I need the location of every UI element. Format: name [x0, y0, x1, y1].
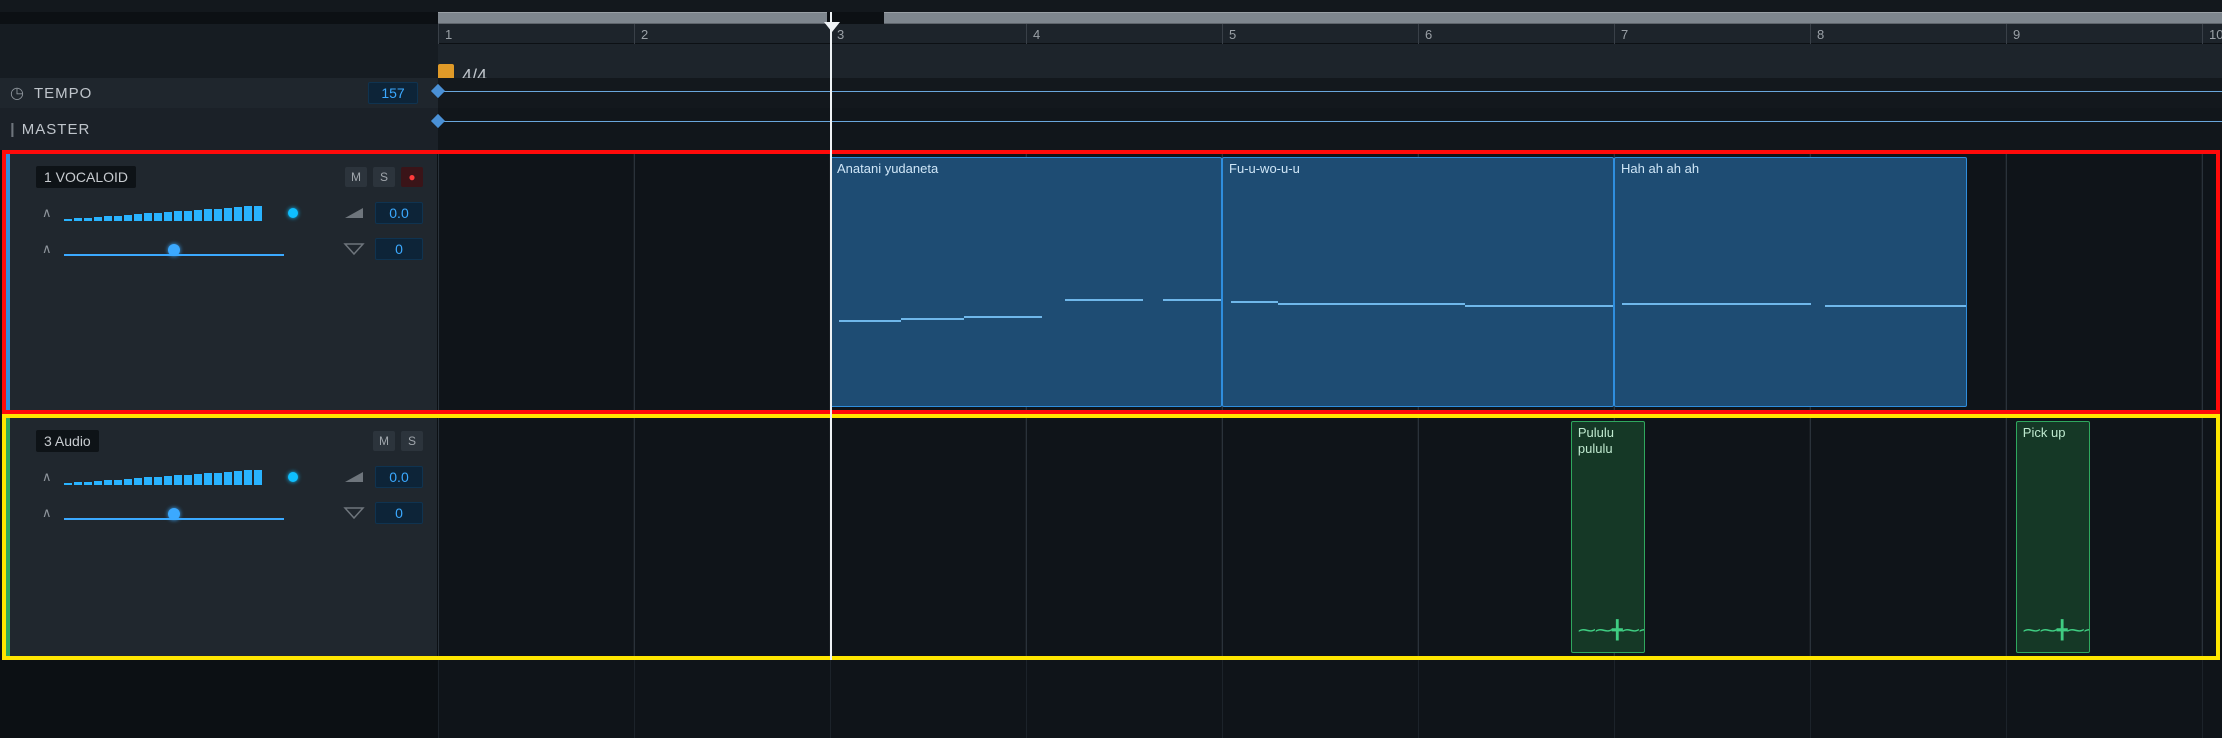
gridline [438, 154, 439, 410]
pan-value-input[interactable]: 0 [375, 502, 423, 524]
pan-knob[interactable] [168, 508, 180, 520]
tempo-automation-lane[interactable] [438, 78, 2222, 108]
overview-strip-left[interactable] [438, 12, 827, 24]
bar-number[interactable]: 8 [1810, 24, 1824, 44]
gridline [634, 154, 635, 410]
expand-pan-icon[interactable]: ∧ [42, 505, 52, 521]
bar-number[interactable]: 9 [2006, 24, 2020, 44]
gridline [1026, 660, 1027, 738]
pan-slider[interactable] [64, 242, 284, 256]
master-label: MASTER [22, 121, 91, 138]
bar-number[interactable]: 7 [1614, 24, 1628, 44]
track-lane[interactable]: Anatani yudaneta Fu-u-wo-u-u Hah ah ah ah [438, 154, 2216, 410]
midi-notes [831, 257, 1221, 361]
mute-button[interactable]: M [345, 167, 367, 187]
gridline [1614, 660, 1615, 738]
clip-label: Anatani yudaneta [837, 161, 938, 177]
master-automation-line[interactable] [438, 121, 2222, 122]
audio-clip[interactable]: Pick up ⁓⁓╋⁓⁓ [2016, 421, 2090, 653]
bar-number[interactable]: 5 [1222, 24, 1236, 44]
gridline [830, 660, 831, 738]
expand-pan-icon[interactable]: ∧ [42, 241, 52, 257]
gridline [634, 660, 635, 738]
gridline [1026, 418, 1027, 656]
drag-handle-icon[interactable]: || [10, 121, 12, 138]
tempo-automation-line[interactable] [438, 91, 2222, 92]
gridline [1418, 660, 1419, 738]
gridline [1418, 418, 1419, 656]
clock-icon: ◷ [10, 83, 24, 103]
bar-number[interactable]: 1 [438, 24, 452, 44]
track-header[interactable]: 1 VOCALOID MS ● ∧ 0.0 ∧ 0 [6, 154, 438, 410]
tempo-label: TEMPO [34, 85, 92, 102]
pan-balance-icon [343, 242, 365, 256]
mute-button[interactable]: M [373, 431, 395, 451]
volume-slider[interactable] [64, 469, 284, 485]
volume-ramp-icon [343, 206, 365, 220]
gridline [1810, 660, 1811, 738]
gridline [438, 660, 439, 738]
volume-led-icon [288, 208, 298, 218]
track-lane[interactable]: Pululu pululu ⁓⁓╋⁓⁓ Pick up ⁓⁓╋⁓⁓ [438, 418, 2216, 656]
gridline [2202, 660, 2203, 738]
gridline [2006, 154, 2007, 410]
tempo-header: ◷ TEMPO 157 [0, 78, 438, 108]
vocaloid-clip[interactable]: Hah ah ah ah [1614, 157, 1967, 407]
volume-led-icon [288, 472, 298, 482]
bar-number[interactable]: 10 [2202, 24, 2222, 44]
overview-strip-right[interactable] [884, 12, 2222, 24]
gridline [634, 418, 635, 656]
pan-slider[interactable] [64, 506, 284, 520]
gridline [2202, 154, 2203, 410]
master-automation-lane[interactable] [438, 108, 2222, 150]
track-name-input[interactable]: 3 Audio [36, 430, 99, 452]
expand-volume-icon[interactable]: ∧ [42, 205, 52, 221]
bar-number[interactable]: 6 [1418, 24, 1432, 44]
pan-balance-icon [343, 506, 365, 520]
track-header[interactable]: 3 Audio MS ∧ 0.0 ∧ 0 [6, 418, 438, 656]
timeline-ruler[interactable]: 12345678910 4/4 [438, 24, 2222, 78]
gridline [2006, 660, 2007, 738]
ruler-left-gutter [0, 24, 438, 78]
midi-notes [1615, 257, 1966, 361]
volume-value-input[interactable]: 0.0 [375, 466, 423, 488]
track-vocaloid: 1 VOCALOID MS ● ∧ 0.0 ∧ 0 Anatani yudaneta Fu-u-… [6, 154, 2216, 410]
bar-number[interactable]: 4 [1026, 24, 1040, 44]
pan-value-input[interactable]: 0 [375, 238, 423, 260]
tempo-value-input[interactable]: 157 [368, 82, 418, 104]
midi-notes [1223, 257, 1613, 361]
clip-label: Fu-u-wo-u-u [1229, 161, 1300, 177]
vocaloid-clip[interactable]: Fu-u-wo-u-u [1222, 157, 1614, 407]
solo-button[interactable]: S [373, 167, 395, 187]
pan-knob[interactable] [168, 244, 180, 256]
waveform-icon: ⁓⁓╋⁓⁓ [1578, 620, 1645, 642]
gridline [2006, 418, 2007, 656]
volume-ramp-icon [343, 470, 365, 484]
solo-button[interactable]: S [401, 431, 423, 451]
track-audio3: 3 AudioMS∧0.0∧0Pululu pululu⁓⁓╋⁓⁓Pick up… [6, 418, 2216, 656]
top-strip [0, 0, 2222, 12]
gridline [1222, 660, 1223, 738]
record-arm-button[interactable]: ● [401, 167, 423, 187]
gridline [1222, 418, 1223, 656]
expand-volume-icon[interactable]: ∧ [42, 469, 52, 485]
volume-value-input[interactable]: 0.0 [375, 202, 423, 224]
waveform-icon: ⁓⁓╋⁓⁓ [2023, 620, 2090, 642]
empty-timeline-area [438, 660, 2222, 738]
clip-label: Pululu pululu [1578, 425, 1614, 458]
track-name-input[interactable]: 1 VOCALOID [36, 166, 136, 188]
audio-clip[interactable]: Pululu pululu ⁓⁓╋⁓⁓ [1571, 421, 1645, 653]
gridline [1810, 418, 1811, 656]
bar-number[interactable]: 2 [634, 24, 648, 44]
clip-label: Hah ah ah ah [1621, 161, 1699, 177]
volume-slider[interactable] [64, 205, 284, 221]
playhead[interactable] [830, 12, 832, 738]
gridline [438, 418, 439, 656]
vocaloid-clip[interactable]: Anatani yudaneta [830, 157, 1222, 407]
gridline [2202, 418, 2203, 656]
master-header: || MASTER [0, 108, 438, 150]
clip-label: Pick up [2023, 425, 2066, 441]
